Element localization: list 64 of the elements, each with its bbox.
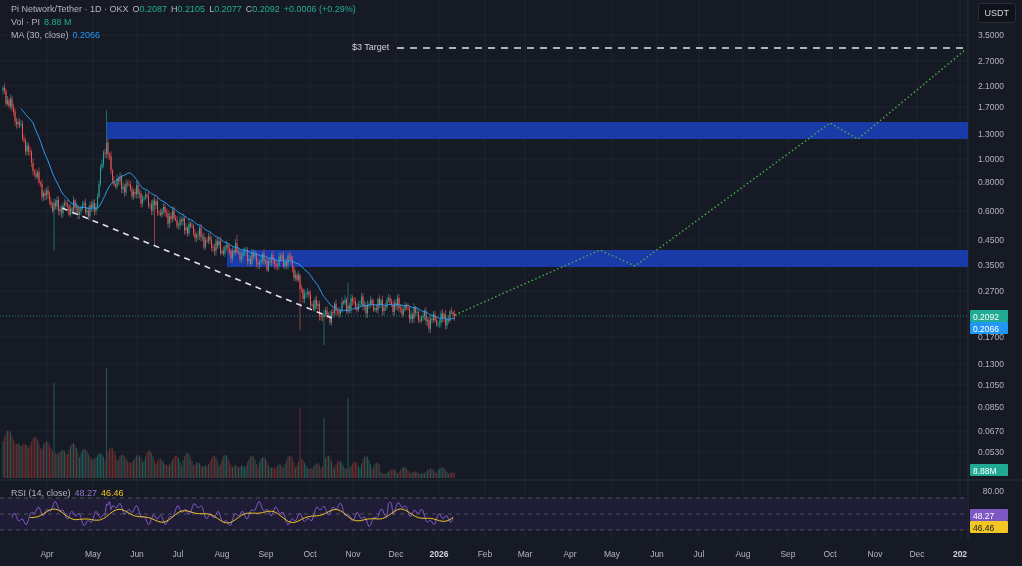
price-axis-label: 0.8000 bbox=[978, 177, 1004, 187]
time-axis-label: Oct bbox=[823, 549, 837, 559]
price-axis-label: 0.0530 bbox=[978, 447, 1004, 457]
time-axis-label: Dec bbox=[909, 549, 925, 559]
price-axis-label: 0.1300 bbox=[978, 359, 1004, 369]
time-axis-label: Oct bbox=[303, 549, 317, 559]
time-axis-label: Aug bbox=[214, 549, 230, 559]
time-axis-label: 202 bbox=[952, 549, 968, 559]
price-axis-label: 0.0670 bbox=[978, 426, 1004, 436]
price-axis-label: 0.3500 bbox=[978, 260, 1004, 270]
ohlc-value: 0.2087 bbox=[139, 4, 168, 14]
price-axis-label: 0.1700 bbox=[978, 332, 1004, 342]
time-axis-label: Apr bbox=[40, 549, 54, 559]
price-axis-label: 0.4500 bbox=[978, 235, 1004, 245]
time-axis-label: May bbox=[84, 549, 102, 559]
price-badge: 0.2066 bbox=[970, 322, 1008, 334]
volume-value: 8.88 M bbox=[44, 17, 72, 27]
price-axis-label: 1.7000 bbox=[978, 102, 1004, 112]
price-axis-label: 2.1000 bbox=[978, 81, 1004, 91]
volume-label: Vol · PI bbox=[11, 17, 40, 27]
time-axis-label: Nov bbox=[345, 549, 361, 559]
price-axis-label: 1.0000 bbox=[978, 154, 1004, 164]
time-axis-label: Jul bbox=[693, 549, 705, 559]
price-axis-label: 1.3000 bbox=[978, 129, 1004, 139]
ma-value: 0.2066 bbox=[72, 30, 101, 40]
time-axis-label: May bbox=[603, 549, 621, 559]
ohlc-label: H bbox=[171, 4, 178, 14]
price-badge: 0.2092 bbox=[970, 310, 1008, 322]
time-axis-label: Jul bbox=[172, 549, 184, 559]
time-axis-label: Sep bbox=[258, 549, 274, 559]
rsi-badge: 48.27 bbox=[970, 509, 1008, 521]
time-axis-label: Aug bbox=[735, 549, 751, 559]
currency-button[interactable]: USDT bbox=[977, 3, 1016, 23]
ohlc-value: 0.2092 bbox=[252, 4, 280, 14]
time-axis-label: Dec bbox=[388, 549, 404, 559]
rsi-value: 48.27 bbox=[74, 488, 98, 498]
time-axis-label: Mar bbox=[517, 549, 533, 559]
symbol-title: Pi Network/Tether · 1D · OKX bbox=[11, 4, 129, 14]
time-axis-label: Jun bbox=[650, 549, 664, 559]
ohlc-value: 0.2105 bbox=[177, 4, 206, 14]
time-axis-label: Feb bbox=[477, 549, 493, 559]
time-axis-label: Nov bbox=[867, 549, 883, 559]
time-axis-label: Sep bbox=[780, 549, 796, 559]
ohlc-value: 0.2077 bbox=[214, 4, 242, 14]
price-axis-label: 0.2700 bbox=[978, 286, 1004, 296]
rsi-axis-label: 80.00 bbox=[982, 486, 1004, 496]
ohlc-label: C bbox=[245, 4, 253, 14]
ohlc-label: L bbox=[209, 4, 215, 14]
ma-label: MA (30, close) bbox=[11, 30, 69, 40]
price-axis-label: 2.7000 bbox=[978, 56, 1004, 66]
time-axis-label: Apr bbox=[563, 549, 577, 559]
price-badge: 8.88M bbox=[970, 464, 1008, 476]
target-label: $3 Target bbox=[352, 42, 390, 52]
rsi-badge: 46.46 bbox=[970, 521, 1008, 533]
price-axis-label: 0.0850 bbox=[978, 402, 1004, 412]
price-axis-label: 0.1050 bbox=[978, 380, 1004, 390]
time-axis-label: Jun bbox=[130, 549, 144, 559]
rsi-signal-value: 46.46 bbox=[101, 488, 124, 498]
rsi-label: RSI (14, close) bbox=[11, 488, 71, 498]
time-axis-label: 2026 bbox=[429, 549, 449, 559]
price-change: +0.0006 (+0.29%) bbox=[283, 4, 356, 14]
ohlc-label: O bbox=[132, 4, 140, 14]
price-axis-label: 3.5000 bbox=[978, 30, 1004, 40]
price-axis-label: 0.6000 bbox=[978, 206, 1004, 216]
